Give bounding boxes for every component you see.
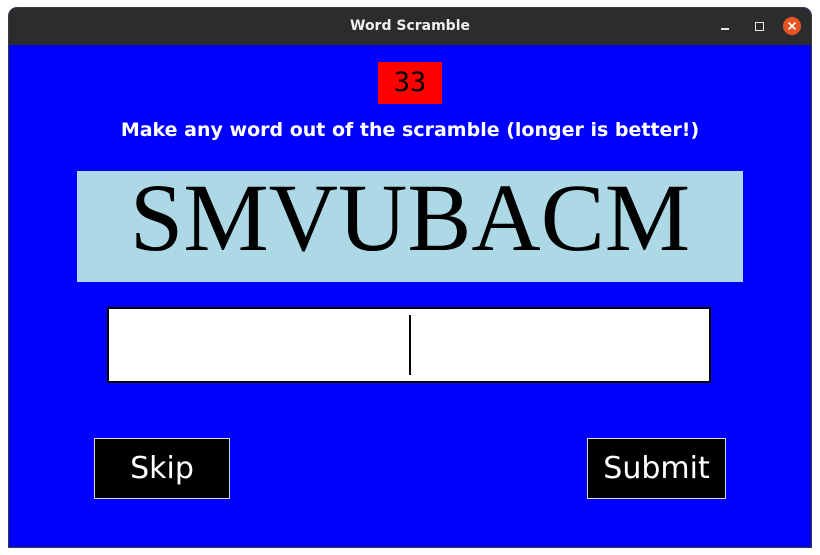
maximize-icon bbox=[754, 21, 764, 31]
skip-button[interactable]: Skip bbox=[94, 438, 230, 499]
close-icon bbox=[783, 17, 801, 35]
scrambled-letters: SMVUBACM bbox=[129, 171, 691, 271]
instructions-text: Make any word out of the scramble (longe… bbox=[120, 119, 700, 141]
text-cursor bbox=[409, 315, 411, 375]
maximize-button[interactable] bbox=[749, 16, 769, 36]
timer-display: 33 bbox=[378, 62, 442, 104]
window-title: Word Scramble bbox=[350, 18, 470, 34]
app-window: Word Scramble 33 Make any word out of th… bbox=[9, 8, 811, 547]
minimize-button[interactable] bbox=[715, 16, 735, 36]
title-bar[interactable]: Word Scramble bbox=[9, 8, 811, 45]
game-area: 33 Make any word out of the scramble (lo… bbox=[9, 45, 811, 547]
close-button[interactable] bbox=[782, 16, 802, 36]
minimize-icon bbox=[721, 28, 729, 30]
submit-button[interactable]: Submit bbox=[587, 438, 726, 499]
scramble-panel: SMVUBACM bbox=[77, 171, 743, 282]
